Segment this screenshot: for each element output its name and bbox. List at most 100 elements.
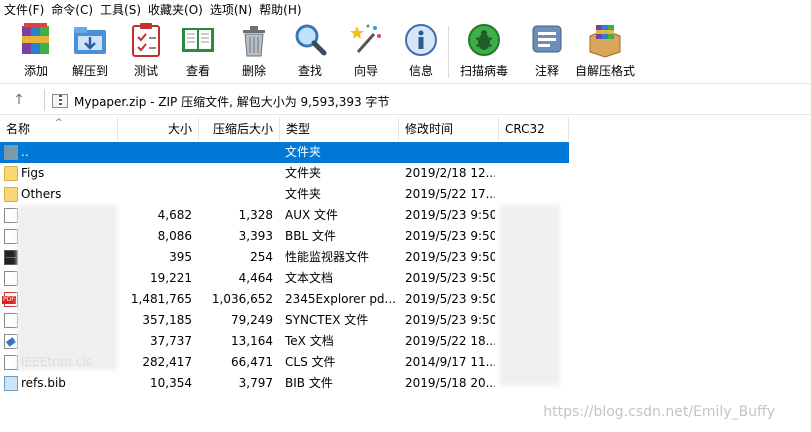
comment-icon <box>529 22 565 58</box>
menu-favorites[interactable]: 收藏夹(O) <box>144 0 206 20</box>
file-modified: 2019/5/23 9:50 <box>405 208 495 222</box>
virus-scan-icon <box>466 22 502 58</box>
address-bar: ↑ Mypaper.zip - ZIP 压缩文件, 解包大小为 9,593,39… <box>0 85 811 115</box>
wizard-button[interactable]: 向导 <box>348 22 384 82</box>
toolbar-separator <box>448 26 449 78</box>
archive-path-field[interactable]: Mypaper.zip - ZIP 压缩文件, 解包大小为 9,593,393 … <box>52 91 389 111</box>
file-modified: 2019/5/22 18... <box>405 334 495 348</box>
file-modified: 2019/5/23 9:50 <box>405 250 495 264</box>
virus-scan-button[interactable]: 扫描病毒 <box>460 22 508 82</box>
file-packed-size: 1,036,652 <box>211 292 273 306</box>
delete-button[interactable]: 删除 <box>236 22 272 82</box>
file-size <box>118 142 196 163</box>
file-size: 19,221 <box>150 271 192 285</box>
column-type[interactable]: 类型 <box>280 117 399 141</box>
sfx-box-icon <box>587 22 623 58</box>
column-packed-label: 压缩后大小 <box>212 122 273 136</box>
file-modified: 2019/5/23 9:50 <box>405 313 495 327</box>
column-crc[interactable]: CRC32 <box>499 117 569 141</box>
column-modified[interactable]: 修改时间 <box>399 117 499 141</box>
file-packed-size: 1,328 <box>238 208 273 222</box>
file-modified: 2019/5/18 20... <box>405 376 495 390</box>
column-crc-label: CRC32 <box>505 122 545 136</box>
info-icon <box>403 22 439 58</box>
virus-scan-label: 扫描病毒 <box>460 64 509 78</box>
wizard-label: 向导 <box>353 64 378 78</box>
perf-monitor-icon <box>4 250 18 265</box>
file-size <box>118 184 196 205</box>
file-size: 37,737 <box>150 334 192 348</box>
file-type: TeX 文档 <box>285 334 334 348</box>
file-packed-size <box>199 184 277 205</box>
document-icon <box>4 355 18 370</box>
info-button[interactable]: 信息 <box>403 22 439 82</box>
file-row[interactable]: .. 文件夹 <box>0 142 569 163</box>
menu-options[interactable]: 选项(N) <box>206 0 255 20</box>
file-size <box>118 163 196 184</box>
file-row[interactable]: Figs 文件夹 2019/2/18 12... <box>0 163 569 184</box>
up-arrow-icon[interactable]: ↑ <box>8 90 30 110</box>
blur-mask-names <box>17 205 117 370</box>
sfx-button[interactable]: 自解压格式 <box>575 22 635 82</box>
file-modified: 2019/5/22 17... <box>405 187 495 201</box>
find-button[interactable]: 查找 <box>292 22 328 82</box>
column-name[interactable]: 名称 ^ <box>0 117 118 141</box>
extract-to-label: 解压到 <box>72 64 109 78</box>
file-type: SYNCTEX 文件 <box>285 313 369 327</box>
test-button[interactable]: 测试 <box>128 22 164 82</box>
toolbar: 添加 解压到 测试 查看 删除 查找 向导 信息 扫描病毒 注释 自解压格式 <box>0 20 811 84</box>
document-icon <box>4 271 18 286</box>
file-packed-size: 3,797 <box>238 376 273 390</box>
file-type: BIB 文件 <box>285 376 333 390</box>
file-size: 4,682 <box>157 208 192 222</box>
extract-to-button[interactable]: 解压到 <box>72 22 108 82</box>
column-size[interactable]: 大小 <box>118 117 199 141</box>
view-label: 查看 <box>185 64 210 78</box>
file-modified: 2019/5/23 9:50 <box>405 229 495 243</box>
file-packed-size: 66,471 <box>231 355 273 369</box>
document-icon <box>4 208 18 223</box>
file-size: 357,185 <box>142 313 192 327</box>
menu-help[interactable]: 帮助(H) <box>255 0 304 20</box>
menu-command[interactable]: 命令(C) <box>47 0 96 20</box>
bib-file-icon <box>4 376 18 391</box>
file-modified <box>405 142 495 163</box>
sfx-label: 自解压格式 <box>575 64 636 78</box>
comment-label: 注释 <box>534 64 559 78</box>
file-list-header: 名称 ^ 大小 压缩后大小 类型 修改时间 CRC32 <box>0 117 811 141</box>
extract-to-icon <box>72 22 108 58</box>
file-packed-size <box>199 163 277 184</box>
blur-mask-crc <box>500 205 560 385</box>
menu-file[interactable]: 文件(F) <box>0 0 47 20</box>
document-icon <box>4 313 18 328</box>
info-label: 信息 <box>408 64 433 78</box>
file-type: 2345Explorer pd... <box>285 292 396 306</box>
find-magnifier-icon <box>292 22 328 58</box>
file-size: 1,481,765 <box>130 292 192 306</box>
column-packed[interactable]: 压缩后大小 <box>199 117 280 141</box>
menu-tools[interactable]: 工具(S) <box>96 0 144 20</box>
test-icon <box>128 22 164 58</box>
file-crc <box>505 163 567 184</box>
delete-label: 删除 <box>241 64 266 78</box>
file-modified: 2014/9/17 11... <box>405 355 495 369</box>
add-label: 添加 <box>23 64 48 78</box>
sort-up-icon: ^ <box>55 118 63 128</box>
file-modified: 2019/5/23 9:50 <box>405 292 495 306</box>
pdf-icon <box>2 292 18 307</box>
file-type: 文本文档 <box>285 271 334 285</box>
file-row[interactable]: Others 文件夹 2019/5/22 17... <box>0 184 569 205</box>
add-archive-icon <box>18 22 54 58</box>
add-button[interactable]: 添加 <box>18 22 54 82</box>
archive-path-text: Mypaper.zip - ZIP 压缩文件, 解包大小为 9,593,393 … <box>74 94 390 109</box>
column-modified-label: 修改时间 <box>405 122 454 136</box>
file-crc <box>505 142 567 163</box>
file-packed-size: 3,393 <box>238 229 273 243</box>
view-button[interactable]: 查看 <box>180 22 216 82</box>
folder-icon <box>4 166 18 181</box>
file-type: AUX 文件 <box>285 208 339 222</box>
comment-button[interactable]: 注释 <box>529 22 565 82</box>
file-row[interactable]: refs.bib 10,354 3,797 BIB 文件 2019/5/18 20... <box>0 373 569 394</box>
file-size: 282,417 <box>142 355 192 369</box>
tex-document-icon <box>4 334 18 349</box>
